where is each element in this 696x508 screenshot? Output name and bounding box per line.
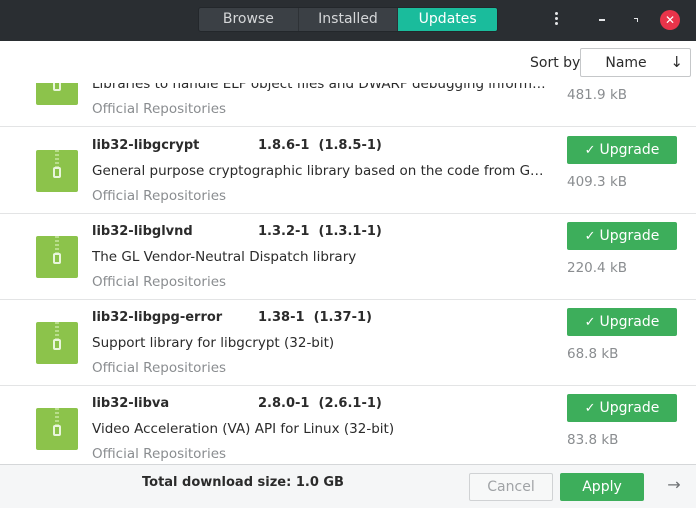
- checkmark-icon: ✓: [584, 401, 596, 416]
- package-repository: Official Repositories: [92, 446, 227, 462]
- sort-toolbar: Sort by Name ↓: [0, 41, 696, 83]
- package-version: 2.8.0-1 (2.6.1-1): [258, 396, 382, 411]
- package-repository: Official Repositories: [92, 360, 227, 376]
- package-size: 83.8 kB: [567, 432, 619, 448]
- cancel-button[interactable]: Cancel: [469, 473, 553, 501]
- package-size: 68.8 kB: [567, 346, 619, 362]
- apply-button[interactable]: Apply: [560, 473, 644, 501]
- package-row[interactable]: Libraries to handle ELF object files and…: [0, 83, 696, 127]
- tab-updates[interactable]: Updates: [397, 8, 497, 31]
- package-list: Libraries to handle ELF object files and…: [0, 83, 696, 464]
- package-size: 481.9 kB: [567, 87, 628, 103]
- package-archive-icon: [36, 408, 78, 450]
- package-archive-icon: [36, 83, 78, 105]
- total-download-size: Total download size: 1.0 GB: [142, 475, 344, 490]
- package-description: Video Acceleration (VA) API for Linux (3…: [92, 421, 395, 437]
- package-name: lib32-libva: [92, 396, 170, 411]
- tab-installed[interactable]: Installed: [297, 8, 398, 31]
- vertical-dots-icon[interactable]: [546, 10, 566, 30]
- package-row[interactable]: lib32-libva 2.8.0-1 (2.6.1-1) Video Acce…: [0, 386, 696, 464]
- upgrade-label: Upgrade: [599, 142, 660, 158]
- package-row[interactable]: lib32-libgpg-error 1.38-1 (1.37-1) Suppo…: [0, 300, 696, 386]
- package-row[interactable]: lib32-libglvnd 1.3.2-1 (1.3.1-1) The GL …: [0, 214, 696, 300]
- package-size: 220.4 kB: [567, 260, 628, 276]
- package-description: The GL Vendor-Neutral Dispatch library: [92, 249, 357, 265]
- minimize-icon[interactable]: [592, 10, 612, 30]
- arrow-right-icon[interactable]: →: [664, 475, 684, 495]
- view-tabs: Browse Installed Updates: [198, 7, 498, 32]
- package-archive-icon: [36, 150, 78, 192]
- upgrade-label: Upgrade: [599, 400, 660, 416]
- upgrade-button[interactable]: ✓ Upgrade: [567, 394, 677, 422]
- checkmark-icon: ✓: [584, 315, 596, 330]
- package-name: lib32-libgcrypt: [92, 138, 200, 153]
- close-icon[interactable]: ✕: [660, 10, 680, 30]
- upgrade-label: Upgrade: [599, 314, 660, 330]
- sort-descending-icon[interactable]: ↓: [670, 53, 683, 71]
- package-size: 409.3 kB: [567, 174, 628, 190]
- package-description: General purpose cryptographic library ba…: [92, 163, 550, 179]
- package-repository: Official Repositories: [92, 274, 227, 290]
- sort-select[interactable]: Name ↓: [580, 48, 691, 77]
- package-name: lib32-libgpg-error: [92, 310, 223, 325]
- package-version: 1.8.6-1 (1.8.5-1): [258, 138, 382, 153]
- upgrade-button[interactable]: ✓ Upgrade: [567, 308, 677, 336]
- package-description: Libraries to handle ELF object files and…: [92, 83, 550, 92]
- package-description: Support library for libgcrypt (32-bit): [92, 335, 335, 351]
- tab-browse[interactable]: Browse: [199, 8, 298, 31]
- restore-icon[interactable]: [626, 10, 646, 30]
- package-version: 1.3.2-1 (1.3.1-1): [258, 224, 382, 239]
- package-repository: Official Repositories: [92, 101, 227, 117]
- checkmark-icon: ✓: [584, 229, 596, 244]
- transaction-footer: Total download size: 1.0 GB Cancel Apply…: [0, 464, 696, 508]
- package-archive-icon: [36, 236, 78, 278]
- upgrade-label: Upgrade: [599, 228, 660, 244]
- sort-value: Name: [605, 55, 647, 71]
- package-row[interactable]: lib32-libgcrypt 1.8.6-1 (1.8.5-1) Genera…: [0, 128, 696, 214]
- checkmark-icon: ✓: [584, 143, 596, 158]
- header-bar: Browse Installed Updates ✕: [0, 0, 696, 41]
- package-repository: Official Repositories: [92, 188, 227, 204]
- package-archive-icon: [36, 322, 78, 364]
- package-version: 1.38-1 (1.37-1): [258, 310, 372, 325]
- sort-label: Sort by: [530, 55, 581, 71]
- upgrade-button[interactable]: ✓ Upgrade: [567, 222, 677, 250]
- upgrade-button[interactable]: ✓ Upgrade: [567, 136, 677, 164]
- package-name: lib32-libglvnd: [92, 224, 193, 239]
